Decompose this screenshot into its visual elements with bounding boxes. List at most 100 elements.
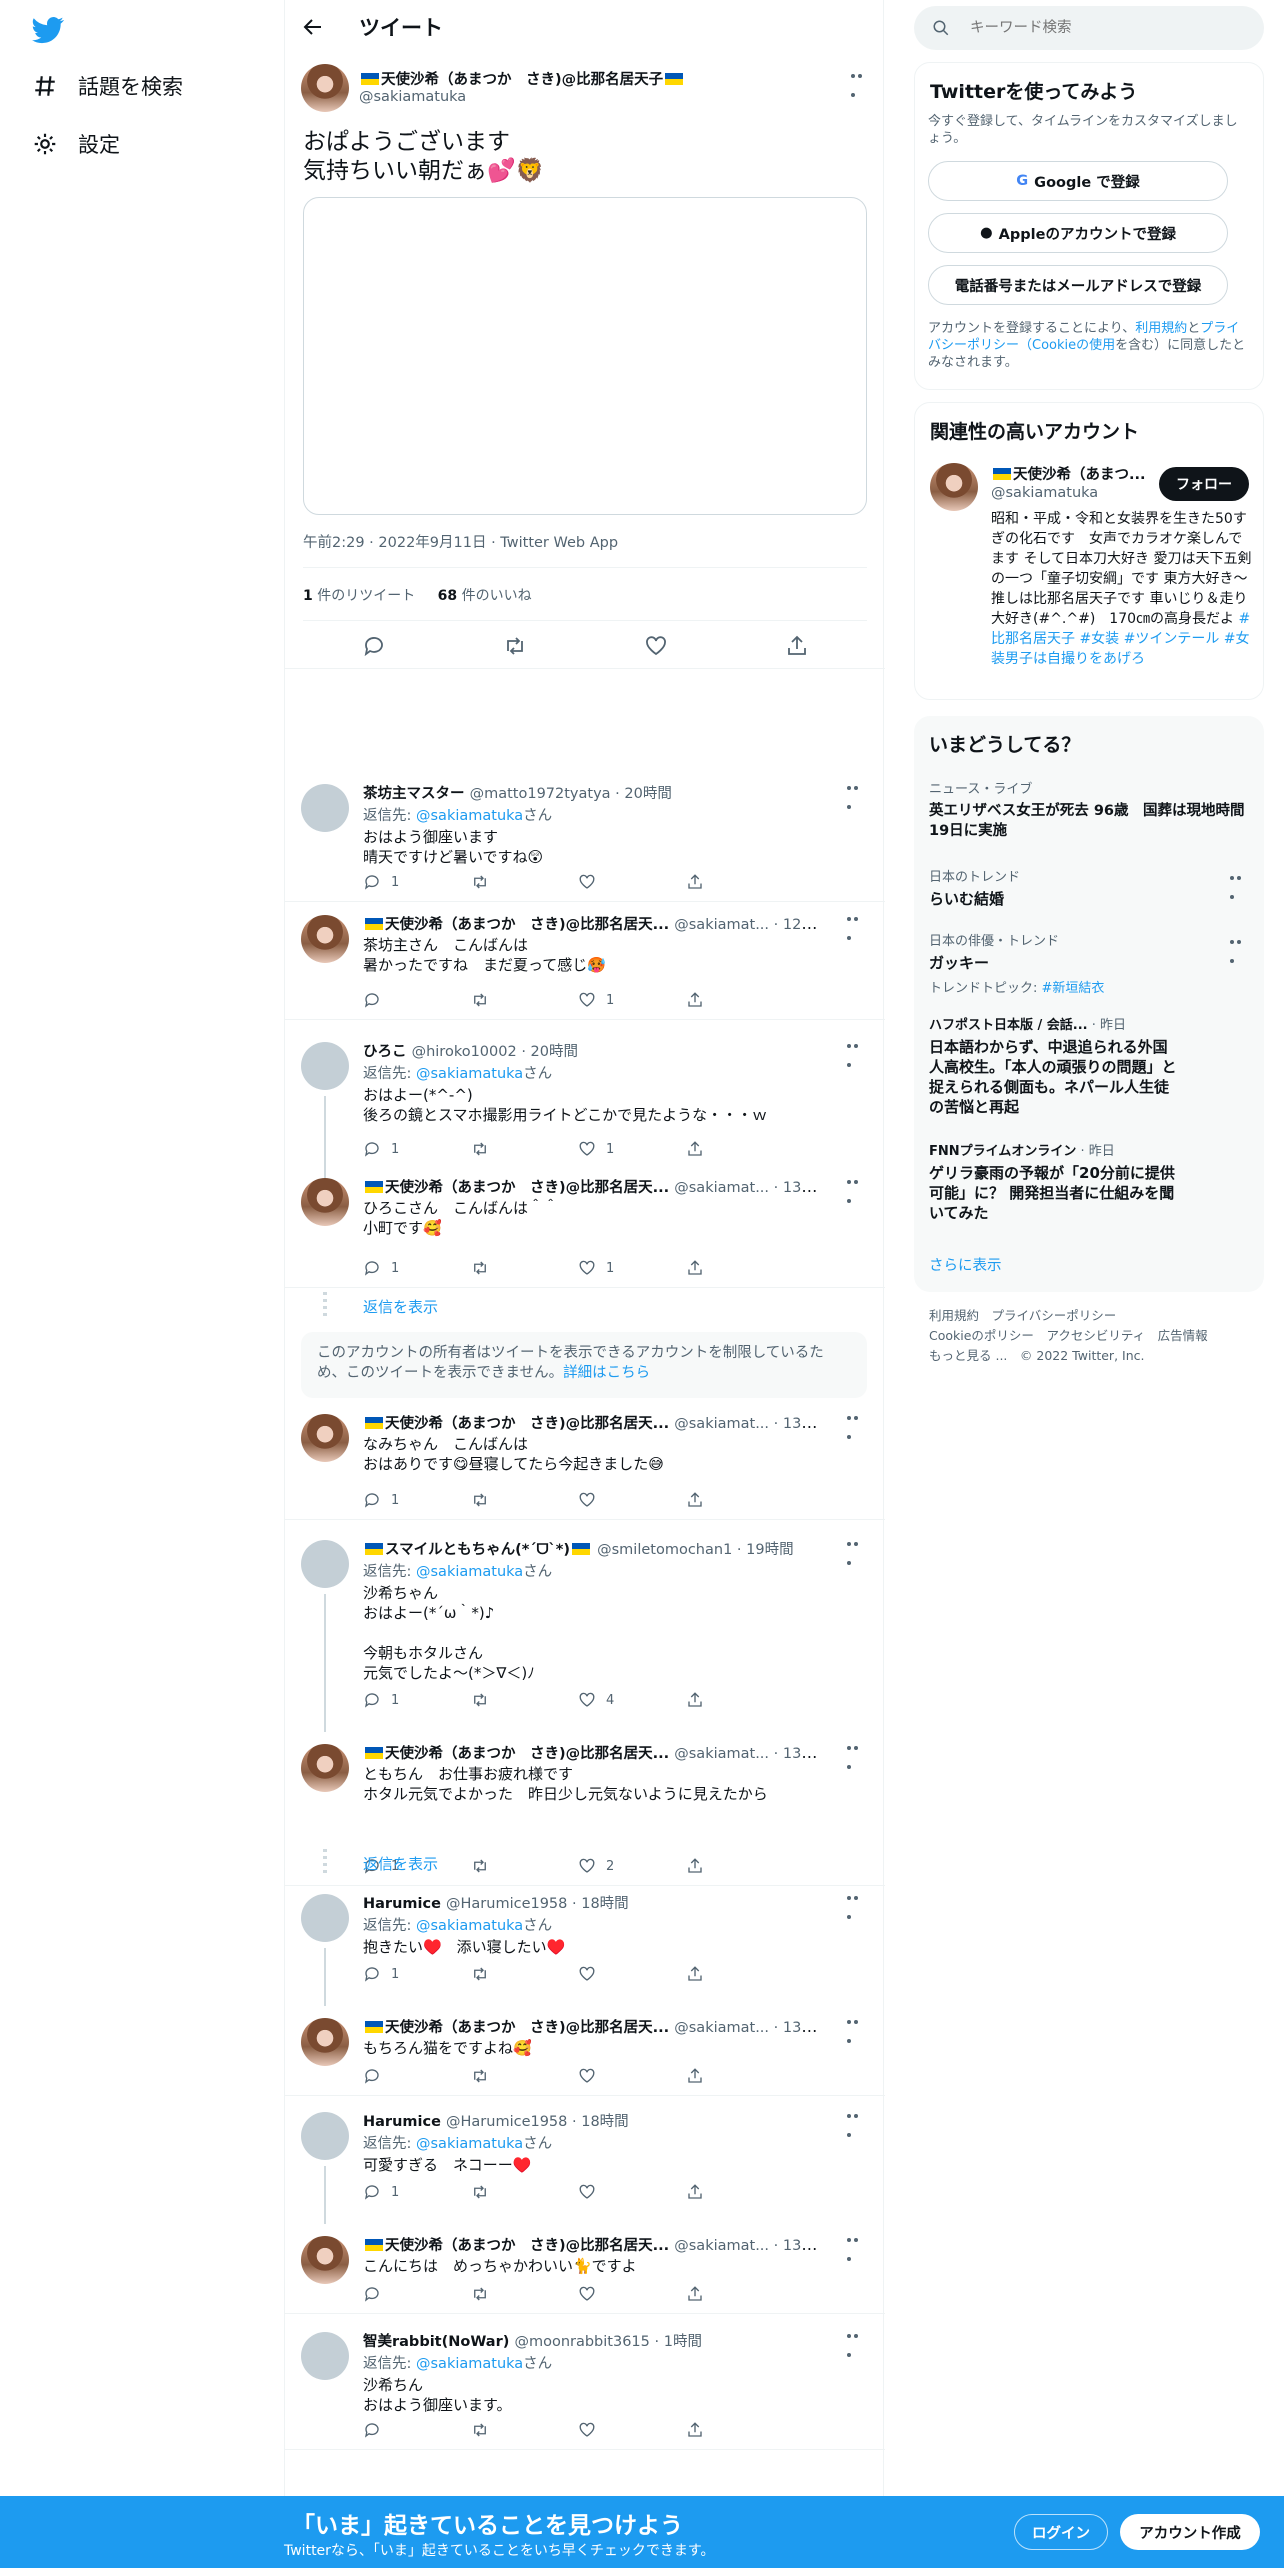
reply-tweet[interactable]: 天使沙希（あまつか さき)@比那名居天... @sakiamat... · 13… — [285, 1166, 885, 1288]
reply-time[interactable]: · 18時間 — [567, 1896, 629, 1912]
reply-icon[interactable] — [362, 634, 386, 658]
retweet-stat[interactable]: 1 件のリツイート — [303, 588, 415, 604]
phone-signup-button[interactable]: 電話番号またはメールアドレスで登録 — [928, 265, 1228, 305]
reply-to-handle[interactable]: @sakiamatuka — [416, 1066, 523, 1082]
footer-link[interactable]: 広告情報 — [1158, 1328, 1208, 1343]
reply-author-name[interactable]: Harumice — [363, 1896, 441, 1912]
retweet-action[interactable] — [471, 991, 579, 1009]
reply-author-handle[interactable]: @moonrabbit3615 — [514, 2334, 649, 2350]
follow-button[interactable]: フォロー — [1159, 467, 1249, 501]
reply-author-name[interactable]: 天使沙希（あまつか さき)@比那名居天... — [385, 917, 669, 933]
avatar[interactable] — [301, 1894, 349, 1942]
reply-author-handle[interactable]: @sakiamat... — [674, 2238, 769, 2254]
share-action[interactable] — [686, 1491, 794, 1509]
reply-tweet[interactable]: 天使沙希（あまつか さき)@比那名居天... @sakiamat... · 12… — [285, 903, 885, 1020]
reply-time[interactable]: · 13時間 — [769, 1413, 818, 1432]
reply-time[interactable]: · 20時間 — [611, 786, 672, 802]
restricted-link[interactable]: 詳細はこちら — [563, 1365, 650, 1381]
reply-author-name[interactable]: 天使沙希（あまつか さき)@比那名居天... — [385, 2238, 669, 2254]
retweet-action[interactable] — [471, 1140, 579, 1158]
share-action[interactable] — [686, 2183, 794, 2201]
reply-author-handle[interactable]: @sakiamat... — [674, 917, 769, 933]
retweet-action[interactable] — [471, 1259, 579, 1277]
more-icon[interactable] — [851, 74, 871, 97]
reply-time[interactable]: · 1時間 — [650, 2334, 701, 2350]
tweet-media[interactable] — [303, 197, 867, 515]
retweet-action[interactable] — [471, 2285, 579, 2303]
trend-item[interactable]: ニュース・ライブ 英エリザベス女王が死去 96歳 国葬は現地時間19日に実施 — [929, 778, 1249, 841]
reply-author-name[interactable]: Harumice — [363, 2114, 441, 2130]
avatar[interactable] — [301, 2332, 349, 2380]
reply-author-name[interactable]: 天使沙希（あまつか さき)@比那名居天... — [385, 1180, 669, 1196]
reply-author-name[interactable]: 茶坊主マスター — [363, 786, 465, 802]
terms-link[interactable]: 利用規約 — [1135, 321, 1187, 336]
retweet-action[interactable] — [471, 873, 579, 891]
like-action[interactable]: 1 — [578, 1140, 686, 1158]
reply-to-handle[interactable]: @sakiamatuka — [416, 808, 523, 824]
trend-item[interactable]: FNNプライムオンライン · 昨日 ゲリラ豪雨の予報が「20分前に提供可能」に？… — [929, 1140, 1179, 1223]
reply-tweet[interactable]: 天使沙希（あまつか さき)@比那名居天... @sakiamat... · 13… — [285, 1402, 885, 1520]
retweet-action[interactable] — [471, 1691, 579, 1709]
like-action[interactable] — [578, 2285, 686, 2303]
search-input[interactable] — [970, 14, 1250, 42]
google-signup-button[interactable]: G Google で登録 — [928, 161, 1228, 201]
like-action[interactable] — [578, 873, 686, 891]
reply-action[interactable]: 1 — [363, 1491, 471, 1509]
reply-action[interactable]: 1 — [363, 1140, 471, 1158]
reply-author-handle[interactable]: @Harumice1958 — [446, 2114, 567, 2130]
reply-author-handle[interactable]: @smiletomochan1 — [597, 1542, 732, 1558]
show-more-trends[interactable]: さらに表示 — [929, 1254, 1002, 1275]
reply-time[interactable]: · 18時間 — [567, 2114, 629, 2130]
login-button[interactable]: ログイン — [1014, 2514, 1108, 2550]
reply-tweet[interactable]: Harumice @Harumice1958 · 18時間 返信先: @sakia… — [285, 1882, 885, 2006]
reply-author-handle[interactable]: @hiroko10002 — [412, 1044, 517, 1060]
reply-to-handle[interactable]: @sakiamatuka — [416, 2356, 523, 2372]
trend-item[interactable]: 日本の俳優・トレンド ガッキー トレンドトピック: #新垣結衣 — [929, 930, 1249, 996]
avatar[interactable] — [301, 1540, 349, 1588]
reply-author-name[interactable]: 智美rabbit(NoWar) — [363, 2334, 509, 2350]
reply-action[interactable] — [363, 2421, 471, 2439]
reply-action[interactable]: 1 — [363, 2183, 471, 2201]
share-action[interactable] — [686, 873, 794, 891]
share-action[interactable] — [686, 2285, 794, 2303]
signup-button[interactable]: アカウント作成 — [1120, 2514, 1260, 2550]
avatar[interactable] — [301, 1042, 349, 1090]
avatar[interactable] — [301, 2018, 349, 2066]
share-action[interactable] — [686, 2067, 794, 2085]
reply-author-handle[interactable]: @sakiamat... — [674, 1180, 769, 1196]
reply-tweet[interactable]: 茶坊主マスター @matto1972tyatya · 20時間 返信先: @sak… — [285, 772, 885, 902]
reply-time[interactable]: · 19時間 — [732, 1542, 794, 1558]
reply-time[interactable]: · 13時間 — [769, 1743, 818, 1762]
reply-author-handle[interactable]: @sakiamat... — [674, 2020, 769, 2036]
avatar[interactable] — [301, 1178, 349, 1226]
share-action[interactable] — [686, 1259, 794, 1277]
reply-tweet[interactable]: 天使沙希（あまつか さき)@比那名居天... @sakiamat... · 13… — [285, 2006, 885, 2096]
more-icon[interactable] — [1230, 876, 1250, 899]
related-name-row[interactable]: 天使沙希（あまつ... — [991, 463, 1151, 484]
trend-item[interactable]: ハフポスト日本版 / 会話... · 昨日 日本語わからず、中退追られる外国人高… — [929, 1014, 1179, 1117]
reply-tweet[interactable]: Harumice @Harumice1958 · 18時間 返信先: @sakia… — [285, 2100, 885, 2224]
back-arrow-icon[interactable] — [301, 15, 325, 39]
avatar[interactable] — [301, 915, 349, 963]
retweet-action[interactable] — [471, 2067, 579, 2085]
reply-time[interactable]: · 20時間 — [517, 1044, 578, 1060]
reply-action[interactable] — [363, 2285, 471, 2303]
avatar[interactable] — [301, 64, 349, 112]
reply-author-handle[interactable]: @Harumice1958 — [446, 1896, 567, 1912]
reply-author-name[interactable]: スマイルともちゃん(*ˊᗜˋ*) — [385, 1542, 570, 1558]
reply-action[interactable]: 1 — [363, 873, 471, 891]
retweet-action[interactable] — [471, 1857, 579, 1875]
like-action[interactable]: 1 — [578, 991, 686, 1009]
search-box[interactable] — [914, 6, 1264, 50]
reply-to-handle[interactable]: @sakiamatuka — [416, 2136, 523, 2152]
share-icon[interactable] — [785, 634, 809, 658]
reply-action[interactable]: 1 — [363, 1691, 471, 1709]
retweet-action[interactable] — [471, 2421, 579, 2439]
trend-sub-tag[interactable]: #新垣結衣 — [1042, 981, 1105, 996]
like-action[interactable] — [578, 1965, 686, 1983]
reply-time[interactable]: · 12時間 — [769, 914, 818, 933]
share-action[interactable] — [686, 991, 794, 1009]
twitter-logo-icon[interactable] — [32, 14, 64, 46]
trend-item[interactable]: 日本のトレンド らいむ結婚 — [929, 866, 1249, 909]
reply-tweet[interactable]: 天使沙希（あまつか さき)@比那名居天... @sakiamat... · 13… — [285, 2224, 885, 2314]
